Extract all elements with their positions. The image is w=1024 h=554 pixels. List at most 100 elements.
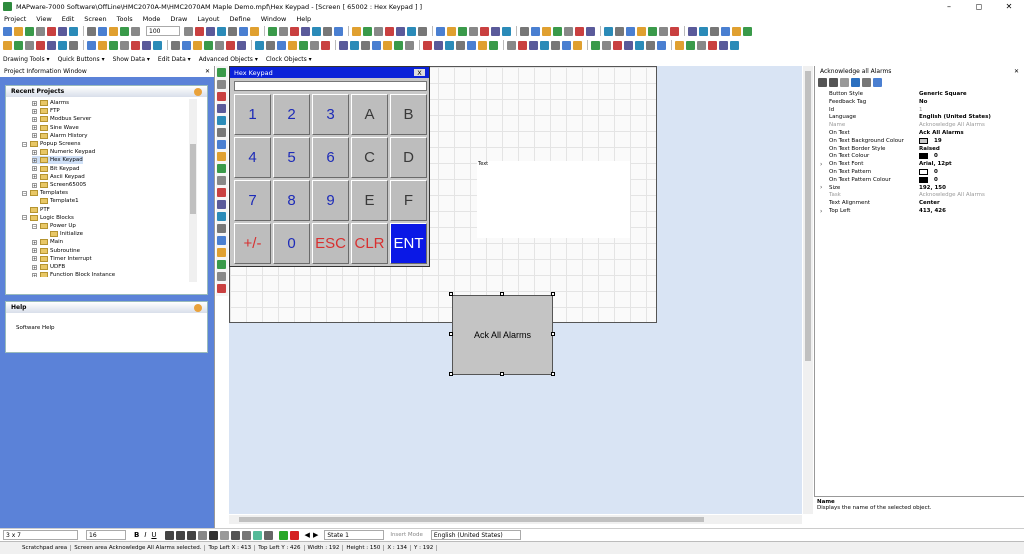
key-2[interactable]: 2 xyxy=(273,94,310,135)
properties-toolbar-icon[interactable] xyxy=(851,78,860,87)
toolbar-icon[interactable] xyxy=(312,26,321,36)
tree-item[interactable]: Template1 xyxy=(32,197,79,205)
toolbar-menu-4[interactable]: Advanced Objects ▾ xyxy=(199,56,258,63)
toolbar-icon[interactable] xyxy=(14,40,23,50)
toolbar-icon[interactable] xyxy=(350,40,359,50)
key-8[interactable]: 8 xyxy=(273,180,310,221)
toolbar-icon[interactable] xyxy=(87,40,96,50)
tree-item[interactable]: + Alarm History xyxy=(32,132,88,140)
bold-button[interactable]: B xyxy=(134,531,139,539)
toolbar-icon[interactable] xyxy=(288,40,297,50)
toolbar-icon[interactable] xyxy=(142,40,151,50)
tree-item[interactable]: + Bit Keypad xyxy=(32,165,80,173)
italic-button[interactable]: I xyxy=(144,531,146,539)
red-colour-icon[interactable] xyxy=(289,530,299,540)
property-row[interactable]: On Text Border Style Raised xyxy=(829,145,1021,153)
property-row[interactable]: Button Style Generic Square xyxy=(829,90,1021,98)
key-e[interactable]: E xyxy=(351,180,388,221)
tree-item[interactable]: + Ascii Keypad xyxy=(32,173,85,181)
menu-item-window[interactable]: Window xyxy=(261,15,287,23)
expand-toggle-icon[interactable]: + xyxy=(32,149,37,155)
expand-toggle-icon[interactable]: + xyxy=(32,100,37,106)
properties-toolbar-icon[interactable] xyxy=(829,78,838,87)
key-5[interactable]: 5 xyxy=(273,137,310,178)
tree-item[interactable]: Initialize xyxy=(42,230,83,238)
toolbar-icon[interactable] xyxy=(279,26,288,36)
toolbar-icon[interactable] xyxy=(69,40,78,50)
toolbar-icon[interactable] xyxy=(131,40,140,50)
property-row[interactable]: Task Acknowledge All Alarms xyxy=(829,191,1021,199)
toolbar-icon[interactable] xyxy=(721,26,730,36)
pattern-icon[interactable] xyxy=(219,530,229,540)
tree-scrollbar[interactable] xyxy=(189,99,197,282)
underline-button[interactable]: U xyxy=(151,531,156,539)
drawing-tool-icon[interactable] xyxy=(217,68,226,77)
key-4[interactable]: 4 xyxy=(234,137,271,178)
tree-item[interactable]: + Alarms xyxy=(32,99,69,107)
toolbar-icon[interactable] xyxy=(58,26,67,36)
toolbar-icon[interactable] xyxy=(255,40,264,50)
property-row[interactable]: On Text Pattern Colour 0 xyxy=(829,176,1021,184)
toolbar-icon[interactable] xyxy=(626,26,635,36)
drawing-tool-icon[interactable] xyxy=(217,260,226,269)
drawing-tool-icon[interactable] xyxy=(217,212,226,221)
tree-item[interactable]: + FTP xyxy=(32,107,60,115)
toolbar-icon[interactable] xyxy=(239,26,248,36)
toolbar-icon[interactable] xyxy=(217,26,226,36)
expand-toggle-icon[interactable]: + xyxy=(32,256,37,262)
toolbar-icon[interactable] xyxy=(540,40,549,50)
expand-icon[interactable]: › xyxy=(820,184,822,191)
shadow-icon[interactable] xyxy=(263,530,273,540)
toolbar-icon[interactable] xyxy=(502,26,511,36)
toolbar-icon[interactable] xyxy=(310,40,319,50)
expand-toggle-icon[interactable]: + xyxy=(32,248,37,254)
property-row[interactable]: Id 1 xyxy=(829,106,1021,114)
toolbar-icon[interactable] xyxy=(290,26,299,36)
toolbar-icon[interactable] xyxy=(47,40,56,50)
menu-item-tools[interactable]: Tools xyxy=(117,15,133,23)
toolbar-icon[interactable] xyxy=(743,26,752,36)
key-7[interactable]: 7 xyxy=(234,180,271,221)
drawing-tool-icon[interactable] xyxy=(217,272,226,281)
menu-item-project[interactable]: Project xyxy=(4,15,26,23)
minimize-button[interactable]: – xyxy=(934,0,964,13)
align-center-icon[interactable] xyxy=(175,530,185,540)
toolbar-icon[interactable] xyxy=(458,26,467,36)
toolbar-icon[interactable] xyxy=(659,26,668,36)
align-right-icon[interactable] xyxy=(186,530,196,540)
menu-item-define[interactable]: Define xyxy=(229,15,250,23)
drawing-tool-icon[interactable] xyxy=(217,104,226,113)
toolbar-icon[interactable] xyxy=(299,40,308,50)
close-icon[interactable]: ✕ xyxy=(205,68,210,75)
drawing-tool-icon[interactable] xyxy=(217,164,226,173)
toolbar-icon[interactable] xyxy=(153,40,162,50)
expand-toggle-icon[interactable]: + xyxy=(32,108,37,114)
toolbar-menu-2[interactable]: Show Data ▾ xyxy=(113,56,150,63)
toolbar-icon[interactable] xyxy=(730,40,739,50)
toolbar-icon[interactable] xyxy=(686,40,695,50)
toolbar-icon[interactable] xyxy=(635,40,644,50)
fill-colour-icon[interactable] xyxy=(197,530,207,540)
toolbar-icon[interactable] xyxy=(491,26,500,36)
expand-toggle-icon[interactable]: + xyxy=(32,116,37,122)
toolbar-icon[interactable] xyxy=(591,40,600,50)
tree-item[interactable]: + Function Block Instance xyxy=(32,271,115,277)
tree-item[interactable]: PTF xyxy=(22,206,50,214)
toolbar-icon[interactable] xyxy=(518,40,527,50)
toolbar-icon[interactable] xyxy=(352,26,361,36)
close-icon[interactable]: ✕ xyxy=(1014,68,1019,75)
toolbar-icon[interactable] xyxy=(423,40,432,50)
toolbar-icon[interactable] xyxy=(237,40,246,50)
keypad-close-button[interactable]: X xyxy=(414,69,425,77)
toolbar-icon[interactable] xyxy=(562,40,571,50)
toolbar-icon[interactable] xyxy=(573,40,582,50)
state-select[interactable]: State 1 xyxy=(324,530,385,540)
menu-item-view[interactable]: View xyxy=(36,15,51,23)
property-row[interactable]: Language English (United States) xyxy=(829,113,1021,121)
insert-mode-checkbox[interactable]: Insert Mode xyxy=(390,532,423,538)
key-9[interactable]: 9 xyxy=(312,180,349,221)
toolbar-icon[interactable] xyxy=(553,26,562,36)
expand-toggle-icon[interactable]: − xyxy=(32,223,37,229)
property-row[interactable]: On Text Pattern 0 xyxy=(829,168,1021,176)
toolbar-icon[interactable] xyxy=(195,26,204,36)
